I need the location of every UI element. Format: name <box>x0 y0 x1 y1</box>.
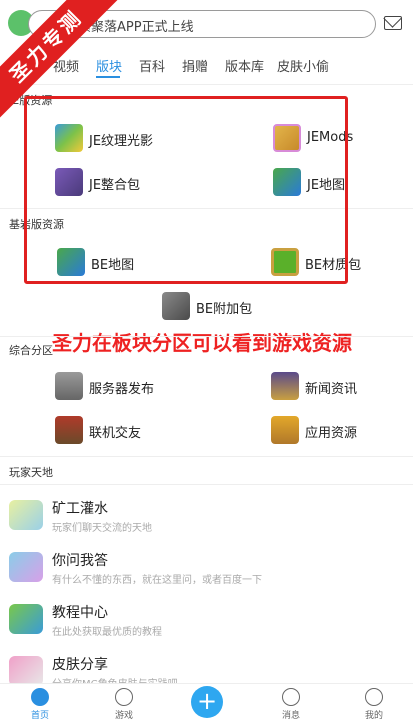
nav-label: 游戏 <box>114 711 133 721</box>
divider <box>0 336 413 337</box>
tab-board[interactable]: 版块 <box>96 56 122 75</box>
board-label: BE附加包 <box>196 302 253 317</box>
section-players: 玩家天地 <box>9 466 53 479</box>
divider <box>0 456 413 457</box>
nav-home[interactable]: 首页 <box>20 688 60 723</box>
board-label: 新闻资讯 <box>305 382 358 397</box>
list-item[interactable]: 教程中心 在此处获取最优质的教程 <box>0 596 413 648</box>
board-label: 联机交友 <box>89 426 142 441</box>
nav-messages[interactable]: 消息 <box>271 688 311 723</box>
tutorial-icon <box>9 604 43 634</box>
nav-me[interactable]: 我的 <box>354 688 394 723</box>
active-tab-indicator <box>96 76 120 78</box>
tab-wiki[interactable]: 百科 <box>139 56 165 75</box>
mail-icon[interactable] <box>384 16 402 30</box>
nav-games[interactable]: 游戏 <box>104 688 144 723</box>
nav-label: 消息 <box>281 711 300 721</box>
create-post-button[interactable]: + <box>191 686 223 718</box>
compass-icon <box>115 688 133 706</box>
tab-bar: 视频 版块 百科 捐赠 版本库 皮肤小偷 <box>0 52 413 80</box>
list-title: 你问我答 <box>52 553 108 569</box>
list-title: 矿工灌水 <box>52 501 108 517</box>
smile-icon <box>365 688 383 706</box>
news-icon <box>271 372 299 400</box>
list-title: 教程中心 <box>52 605 108 621</box>
flame-icon <box>282 688 300 706</box>
addon-icon <box>162 292 190 320</box>
promo-banner: 圣力在板块分区可以看到游戏资源 <box>52 331 352 355</box>
nav-label: 我的 <box>364 711 383 721</box>
nav-label: 首页 <box>30 711 49 721</box>
apps-icon <box>271 416 299 444</box>
list-item[interactable]: 矿工灌水 玩家们聊天交流的天地 <box>0 492 413 544</box>
section-general: 综合分区 <box>9 344 53 357</box>
list-subtitle: 在此处获取最优质的教程 <box>52 627 162 638</box>
divider <box>0 484 413 485</box>
list-subtitle: 有什么不懂的东西，就在这里问，或者百度一下 <box>52 575 262 586</box>
board-label: 应用资源 <box>305 426 358 441</box>
tab-skin-stealer[interactable]: 皮肤小偷 <box>277 56 329 75</box>
list-subtitle: 玩家们聊天交流的天地 <box>52 523 152 534</box>
skin-icon <box>9 656 43 686</box>
tab-donate[interactable]: 捐赠 <box>182 56 208 75</box>
board-label: 服务器发布 <box>89 382 155 397</box>
multiplayer-icon <box>55 416 83 444</box>
tab-versions[interactable]: 版本库 <box>225 56 264 75</box>
home-icon <box>31 688 49 706</box>
list-title: 皮肤分享 <box>52 657 108 673</box>
question-icon <box>9 552 43 582</box>
divider <box>0 84 413 85</box>
highlight-box <box>24 96 348 284</box>
server-icon <box>55 372 83 400</box>
list-item[interactable]: 你问我答 有什么不懂的东西，就在这里问，或者百度一下 <box>0 544 413 596</box>
chat-icon <box>9 500 43 530</box>
